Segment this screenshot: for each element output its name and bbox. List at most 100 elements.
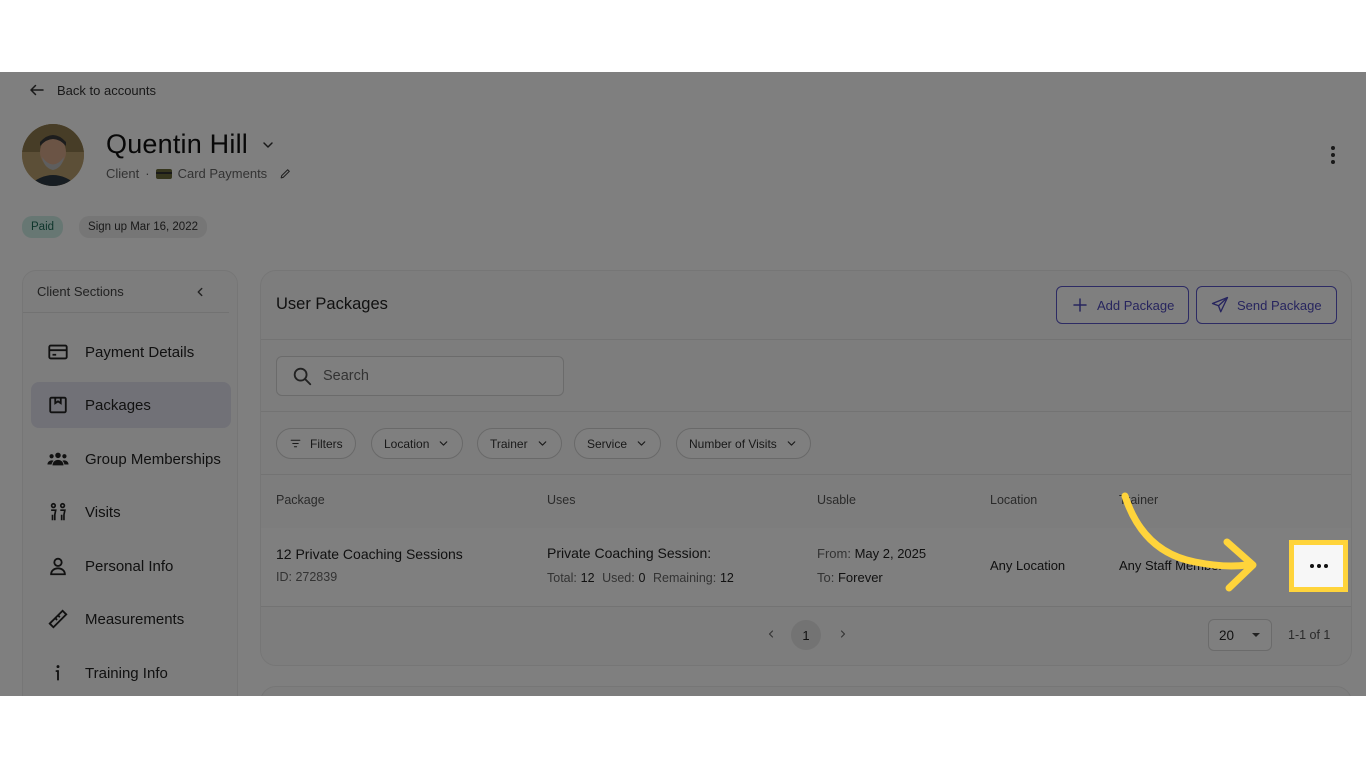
visits-filter-dropdown[interactable]: Number of Visits [676,428,811,459]
sidebar-item-label: Payment Details [85,343,195,361]
sidebar-item-measurements[interactable]: Measurements [31,596,231,642]
divider [261,474,1351,475]
pagination-range: 1-1 of 1 [1288,628,1331,642]
sidebar-item-group-memberships[interactable]: Group Memberships [31,436,231,482]
user-packages-panel: User Packages Add Package Send Package F… [260,270,1352,666]
sidebar-item-visits[interactable]: Visits [31,489,231,535]
plus-icon [1073,298,1087,312]
pagination-current-page[interactable]: 1 [791,620,821,650]
chevron-right-icon[interactable] [837,627,849,641]
search-field[interactable] [276,356,564,396]
filters-label: Filters [310,436,343,451]
signup-date-badge: Sign up Mar 16, 2022 [79,216,207,238]
column-header-usable: Usable [817,493,856,507]
sidebar-item-label: Visits [85,503,121,521]
location-filter-label: Location [384,436,430,451]
chevron-down-icon [637,441,646,446]
chevron-left-icon[interactable] [193,285,207,299]
divider [261,339,1351,340]
total-label: Total: [547,571,577,585]
back-to-accounts-link[interactable]: Back to accounts [28,81,156,99]
client-sections-sidebar: Client Sections Payment Details Packages… [22,270,238,696]
client-name: Quentin Hill [106,129,248,159]
filter-icon [290,439,301,448]
chevron-down-icon [538,441,546,446]
used-label: Used: [602,571,635,585]
sidebar-header: Client Sections [23,271,229,313]
chevron-down-icon [787,441,796,446]
visits-icon [50,502,66,521]
column-header-uses: Uses [547,493,576,507]
sidebar-item-label: Packages [85,396,151,414]
remaining-label: Remaining: [652,571,717,585]
chevron-down-icon[interactable] [260,137,276,153]
caret-down-icon [1252,633,1260,637]
payment-method: Card Payments [177,166,268,181]
sidebar-item-label: Training Info [85,664,168,682]
trainer-filter-dropdown[interactable]: Trainer [477,428,562,459]
sidebar-item-label: Group Memberships [85,450,221,468]
from-date: May 2, 2025 [854,546,927,561]
service-name: Private Coaching Session: [547,545,712,561]
send-package-button[interactable]: Send Package [1196,286,1337,324]
package-name: 12 Private Coaching Sessions [276,546,463,562]
group-icon [47,452,69,466]
panel-title: User Packages [276,295,388,313]
highlighted-row-actions-button[interactable] [1289,540,1348,592]
search-icon [293,367,312,386]
service-filter-dropdown[interactable]: Service [574,428,662,459]
usable-to: To: Forever [817,570,883,585]
sidebar-item-training-info[interactable]: Training Info [31,650,231,696]
sidebar-item-packages[interactable]: Packages [31,382,231,428]
to-label: To: [817,570,835,585]
page-size-select[interactable]: 20 [1208,619,1272,651]
trainer-value: Any Staff Member [1119,558,1223,573]
trainer-filter-label: Trainer [490,436,528,451]
back-link-label: Back to accounts [57,82,156,98]
secondary-panel [260,686,1352,696]
send-icon [1211,296,1229,313]
pencil-icon[interactable] [279,167,292,180]
table-row[interactable]: 12 Private Coaching Sessions ID: 272839 … [261,528,1351,606]
divider [261,411,1351,412]
info-icon [55,665,60,681]
uses-summary: Total: 12 Used: 0 Remaining: 12 [547,570,734,585]
sidebar-title: Client Sections [37,284,124,299]
package-id: ID: 272839 [276,570,338,584]
package-icon [49,396,67,414]
app-stage: Back to accounts Quentin Hill Client · C… [0,72,1366,696]
separator-dot: · [145,166,150,181]
column-header-package: Package [276,493,325,507]
remaining-value: 12 [719,571,734,585]
total-value: 12 [580,571,595,585]
sidebar-item-payment-details[interactable]: Payment Details [31,329,231,375]
chevron-left-icon[interactable] [765,627,777,641]
sidebar-item-label: Personal Info [85,557,174,575]
client-role: Client [106,166,140,181]
sidebar-item-personal-info[interactable]: Personal Info [31,543,231,589]
used-value: 0 [638,571,646,585]
arrow-left-icon [30,84,44,96]
column-header-trainer: Trainer [1119,493,1159,507]
sidebar-item-label: Measurements [85,610,185,628]
more-options-icon[interactable] [1326,146,1340,164]
card-icon [155,168,172,179]
send-package-label: Send Package [1237,297,1322,313]
location-filter-dropdown[interactable]: Location [371,428,464,459]
ruler-icon [48,609,68,629]
chevron-down-icon [440,441,448,446]
search-input[interactable] [323,368,543,384]
add-package-label: Add Package [1097,297,1175,313]
filters-button[interactable]: Filters [276,428,356,459]
profile-header: Quentin Hill Client · Card Payments [22,124,292,186]
status-badges: Paid Sign up Mar 16, 2022 [22,216,207,238]
add-package-button[interactable]: Add Package [1056,286,1190,324]
service-filter-label: Service [587,436,628,451]
from-label: From: [817,546,851,561]
to-date: Forever [837,570,883,585]
paid-badge: Paid [22,216,64,238]
visits-filter-label: Number of Visits [689,436,777,451]
location-value: Any Location [990,558,1066,573]
avatar [22,124,84,186]
person-icon [50,557,66,576]
